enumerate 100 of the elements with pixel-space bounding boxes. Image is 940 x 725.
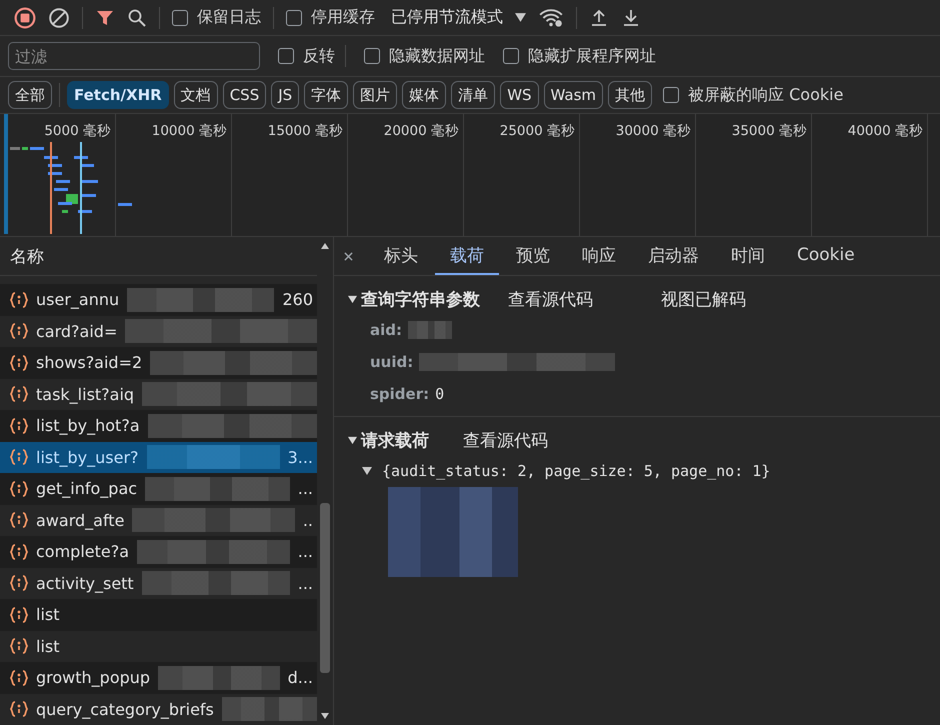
network-conditions-icon[interactable] [538,6,564,28]
request-row[interactable]: list [0,599,317,630]
time-tick-label: 40000 毫秒 [848,123,923,139]
scroll-up-icon[interactable] [321,243,329,249]
column-header[interactable]: 名称 [10,244,44,268]
fetch-request-icon [10,292,28,308]
request-name: award_afte [36,510,124,530]
section-title: 查询字符串参数 [361,288,480,310]
fetch-request-icon [10,418,28,434]
type-filter-button[interactable]: 其他 [608,81,652,109]
dropdown-caret-icon[interactable] [515,13,526,22]
request-row[interactable]: user_annu 260 [0,284,317,316]
close-icon[interactable] [344,252,353,260]
request-row[interactable]: list_by_hot?a [0,410,317,442]
checkbox-label: 隐藏扩展程序网址 [528,46,656,66]
request-name: .. [302,510,313,530]
detail-tab[interactable]: 时间 [716,237,780,275]
checkbox-label: 被屏蔽的响应 Cookie [688,84,844,106]
checkbox-label: 反转 [303,46,335,66]
type-filter-button[interactable]: Wasm [544,81,604,109]
fetch-request-icon [10,701,28,718]
param-value: 0 [435,385,444,403]
type-filter-button[interactable]: 清单 [451,81,496,109]
view-source-link[interactable]: 视图已解码 [661,288,746,310]
checkbox-label: 停用缓存 [311,7,375,28]
request-name: user_annu [36,290,120,310]
section-toggle[interactable] [348,294,359,304]
search-icon[interactable] [127,8,147,28]
checkbox[interactable] [172,10,188,26]
request-name: d... [288,668,313,688]
request-row[interactable]: list_by_user? 3... [0,442,317,473]
request-name: complete?a [36,542,130,562]
redaction-mosaic [408,321,452,339]
request-row[interactable]: get_info_pac ... [0,473,317,504]
detail-tab[interactable]: 载荷 [435,237,499,275]
type-filter-button[interactable]: 文档 [174,81,218,109]
fetch-request-icon [10,638,28,654]
param-key: aid: [370,321,402,339]
request-name: list [36,636,60,656]
time-tick-label: 5000 毫秒 [44,123,111,139]
checkbox[interactable] [278,48,294,64]
section-toggle[interactable] [348,436,359,444]
fetch-request-icon [10,386,28,402]
fetch-request-icon [10,670,28,686]
request-name: list [36,605,60,624]
scrollbar-thumb[interactable] [320,503,330,673]
fetch-request-icon [10,575,28,592]
type-filter-button[interactable]: WS [500,81,539,109]
detail-tab[interactable]: 启动器 [633,237,714,275]
param-key: uuid: [370,353,414,371]
detail-tab[interactable]: Cookie [782,237,870,275]
checkbox[interactable] [663,87,680,103]
checkbox-label: 隐藏数据网址 [389,46,485,66]
request-name: query_category_briefs [36,700,214,719]
type-filter-button[interactable]: 字体 [304,81,348,109]
checkbox[interactable] [286,10,302,26]
upload-icon[interactable] [589,8,609,28]
param-key: spider: [370,385,430,403]
request-row[interactable]: complete?a ... [0,536,317,568]
request-name: 3... [288,448,313,467]
download-icon[interactable] [621,8,641,28]
tree-toggle[interactable] [362,466,374,476]
type-filter-button[interactable]: 图片 [353,81,398,109]
clear-icon[interactable] [48,6,70,28]
checkbox-label: 保留日志 [197,7,261,28]
request-name: card?aid= [36,322,118,341]
time-tick-label: 25000 毫秒 [500,123,575,139]
filter-field[interactable]: 过滤 [8,42,260,70]
fetch-request-icon [10,480,28,497]
detail-tab[interactable]: 响应 [567,237,631,275]
type-filter-button[interactable]: CSS [222,81,266,109]
time-tick-label: 10000 毫秒 [152,123,227,139]
type-filter-button[interactable]: 全部 [8,81,52,109]
type-filter-button[interactable]: Fetch/XHR [67,81,169,109]
request-name: get_info_pac [36,479,138,498]
time-tick-label: 30000 毫秒 [616,123,691,139]
scroll-down-icon[interactable] [321,713,329,719]
request-row[interactable]: shows?aid=2 [0,347,317,378]
detail-tab[interactable]: 标头 [369,237,433,275]
request-name: activity_sett [36,574,134,593]
view-source-link[interactable]: 查看源代码 [463,428,548,452]
checkbox[interactable] [364,48,380,64]
fetch-request-icon [10,606,28,623]
request-name: shows?aid=2 [36,353,142,372]
detail-tab[interactable]: 预览 [501,237,565,275]
type-filter-button[interactable]: 媒体 [402,81,446,109]
request-name: ... [298,479,313,498]
payload-object: {audit_status: 2, page_size: 5, page_no: 1} [382,462,770,480]
request-name: list_by_user? [36,448,139,467]
type-filter-button[interactable]: JS [271,81,300,109]
request-name: list_by_hot?a [36,416,140,436]
fetch-request-icon [10,512,28,528]
view-source-link[interactable]: 查看源代码 [508,288,593,310]
fetch-request-icon [10,544,28,560]
fetch-request-icon [10,354,28,371]
stop-recording-icon[interactable] [14,6,36,28]
throttling-dropdown[interactable]: 已停用节流模式 [391,7,503,28]
request-name: ... [298,542,313,562]
checkbox[interactable] [503,48,519,64]
request-row[interactable]: growth_popup d... [0,662,317,694]
